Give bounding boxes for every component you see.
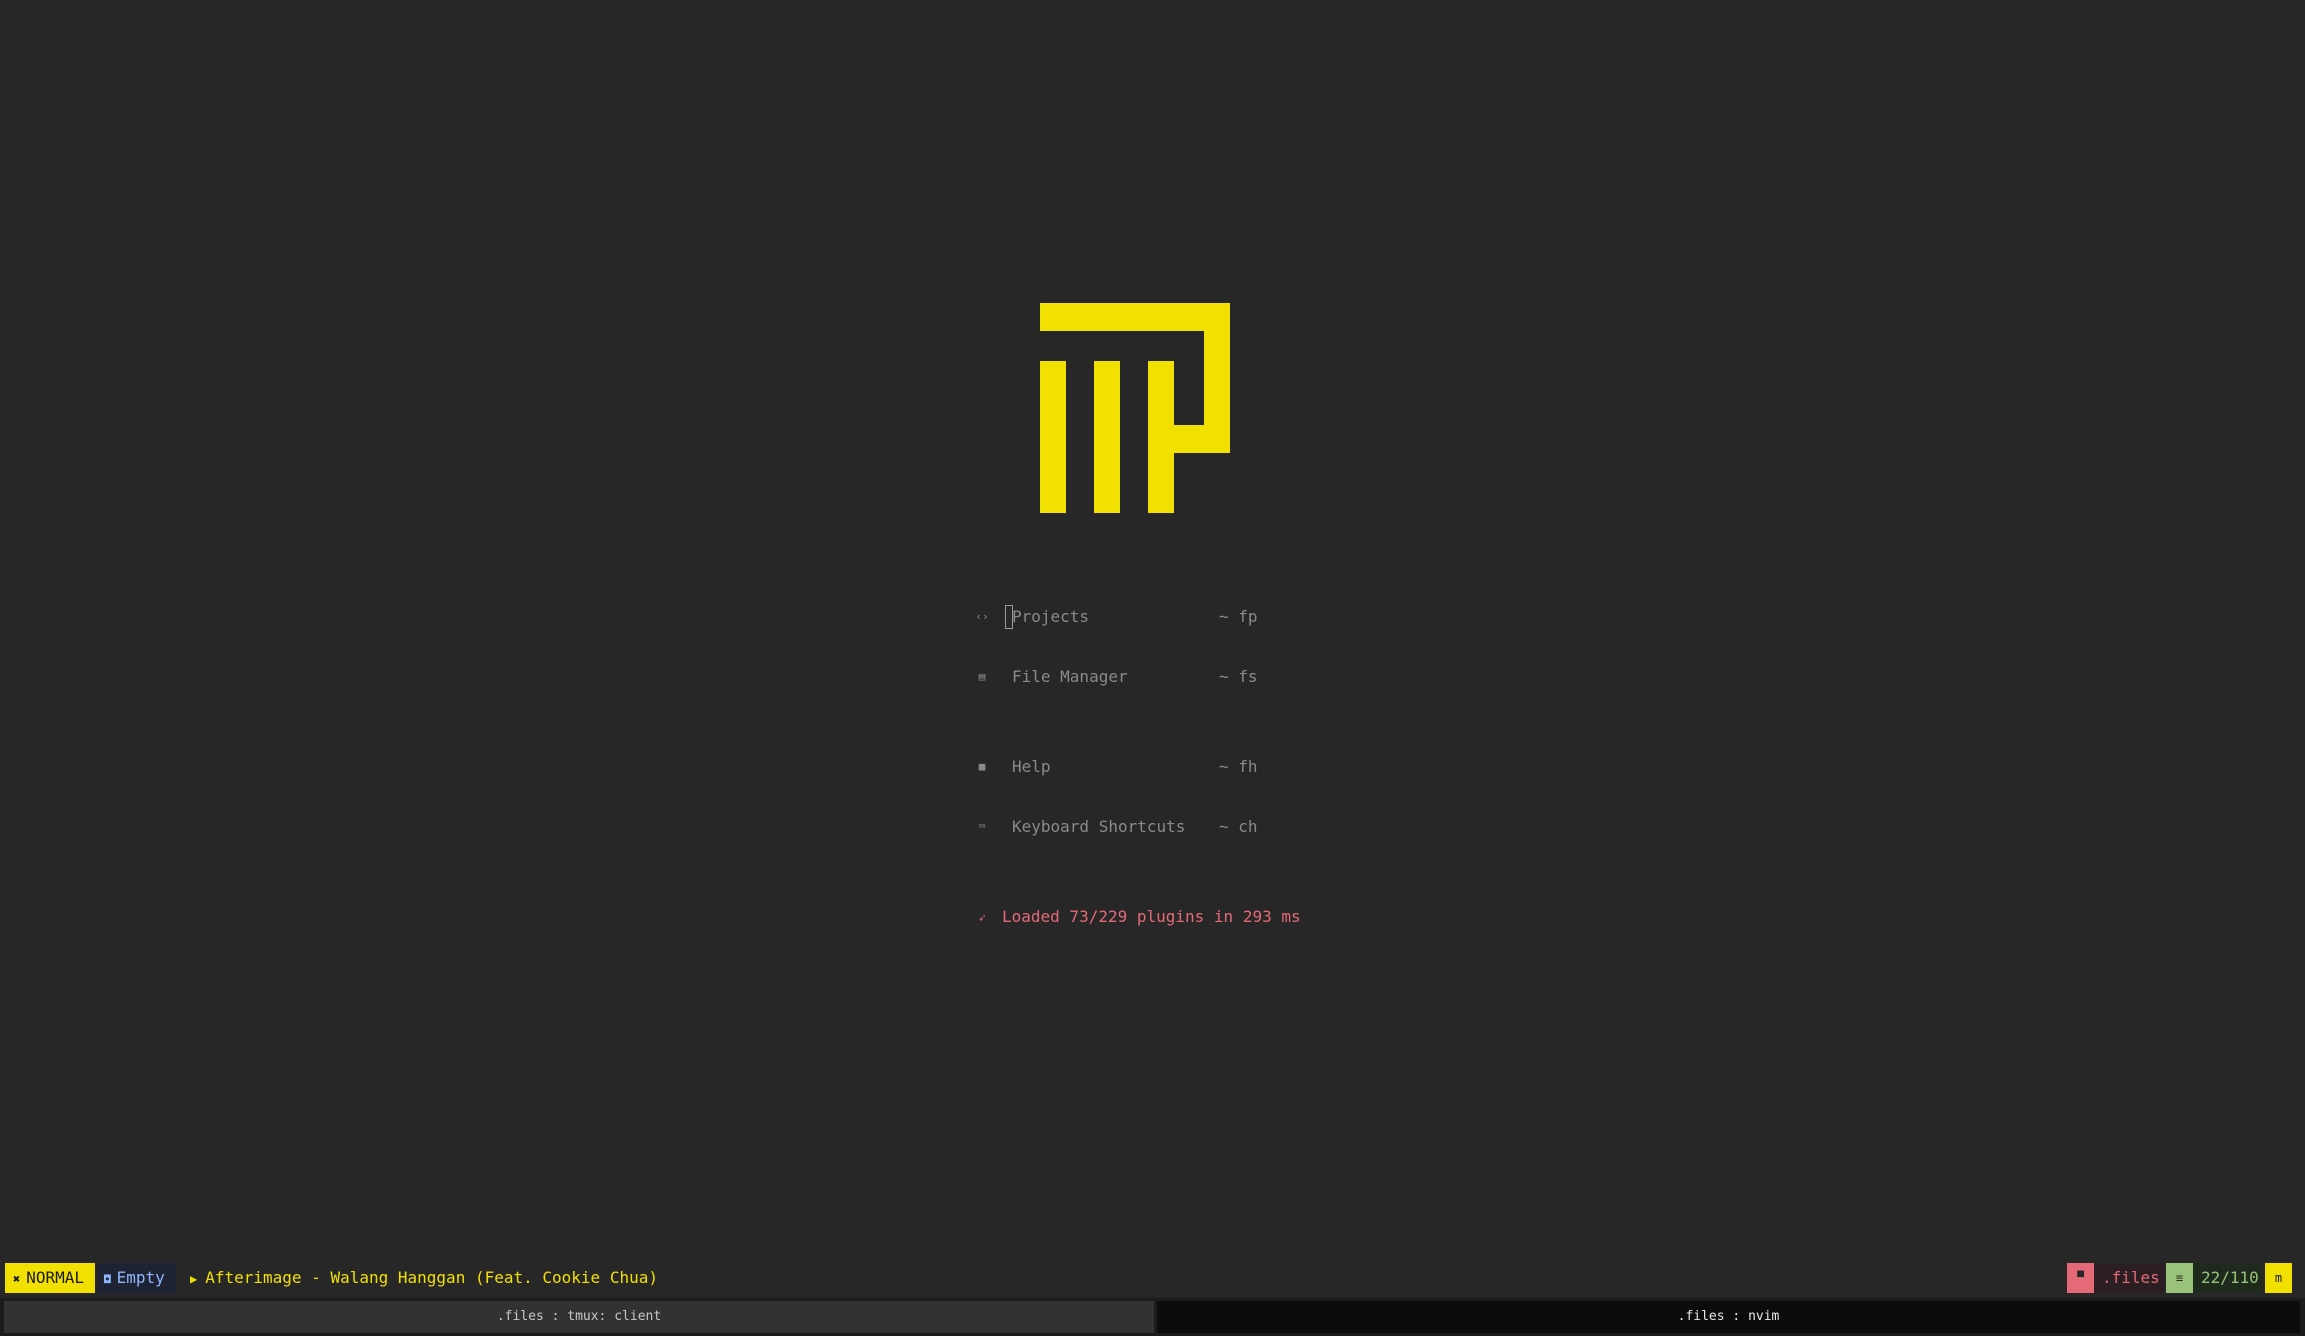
folder-icon: ▀ [2067, 1263, 2094, 1293]
menu-item-shortcut: ~ fh [1219, 757, 1258, 776]
tmux-pane-client[interactable]: .files : tmux: client [4, 1301, 1154, 1333]
mode-label: NORMAL [26, 1268, 85, 1287]
menu-item-keyboard-shortcuts[interactable]: ⌨ Keyboard Shortcuts ~ ch [975, 813, 1275, 841]
buffer-indicator: ◘ Empty [97, 1263, 176, 1293]
menu-item-label: File Manager [1012, 667, 1128, 686]
now-playing-track: Afterimage - Walang Hanggan (Feat. Cooki… [205, 1268, 658, 1287]
lines-icon: ≡ [2166, 1263, 2193, 1293]
keyboard-icon: ⌨ [978, 820, 986, 833]
menu-item-shortcut: ~ fp [1219, 607, 1258, 626]
logo-stem-1 [1040, 361, 1066, 513]
statusline: ✖ NORMAL ◘ Empty ▶ Afterimage - Walang Hang… [0, 1263, 2305, 1293]
tmux-status-bar: .files : tmux: client .files : nvim [0, 1298, 2305, 1336]
logo-top-bar [1040, 303, 1230, 331]
yellow-block-logo [1040, 303, 1230, 513]
menu-item-label: Keyboard Shortcuts [1012, 817, 1186, 836]
tmux-pane-nvim[interactable]: .files : nvim [1157, 1301, 2300, 1333]
logo-stem-2 [1094, 361, 1120, 513]
plugin-load-text: Loaded 73/229 plugins in 293 ms [1002, 907, 1301, 926]
terminal-screen: ‹› Projects ~ fp ▤ File Manager ~ fs ■ H… [0, 0, 2305, 1336]
logo-stem-3 [1148, 361, 1174, 513]
buffer-icon: ◘ [104, 1273, 111, 1286]
mode-icon: ✖ [13, 1272, 21, 1286]
menu-item-shortcut: ~ ch [1219, 817, 1258, 836]
menu-item-shortcut: ~ fs [1219, 667, 1258, 686]
mode-indicator: ✖ NORMAL [5, 1263, 95, 1293]
menu-item-projects[interactable]: ‹› Projects ~ fp [975, 603, 1275, 631]
cursor-position: 22/110 [2193, 1263, 2261, 1293]
menu-item-help[interactable]: ■ Help ~ fh [975, 753, 1275, 781]
mode-end-icon: m [2265, 1263, 2292, 1293]
directory-name: .files [2094, 1263, 2164, 1293]
buffer-label: Empty [116, 1268, 165, 1287]
play-icon: ▶ [190, 1272, 198, 1286]
menu-item-file-manager[interactable]: ▤ File Manager ~ fs [975, 663, 1275, 691]
plugin-load-stats: ➶ Loaded 73/229 plugins in 293 ms [975, 903, 1301, 931]
menu-item-label: Projects [1012, 607, 1090, 626]
now-playing: ▶ Afterimage - Walang Hanggan (Feat. Cook… [190, 1263, 658, 1293]
help-icon: ■ [978, 760, 986, 773]
rocket-icon: ➶ [978, 911, 986, 925]
file-manager-icon: ▤ [978, 670, 986, 683]
folder-code-icon: ‹› [975, 610, 989, 623]
menu-item-label: Help [1012, 757, 1051, 776]
